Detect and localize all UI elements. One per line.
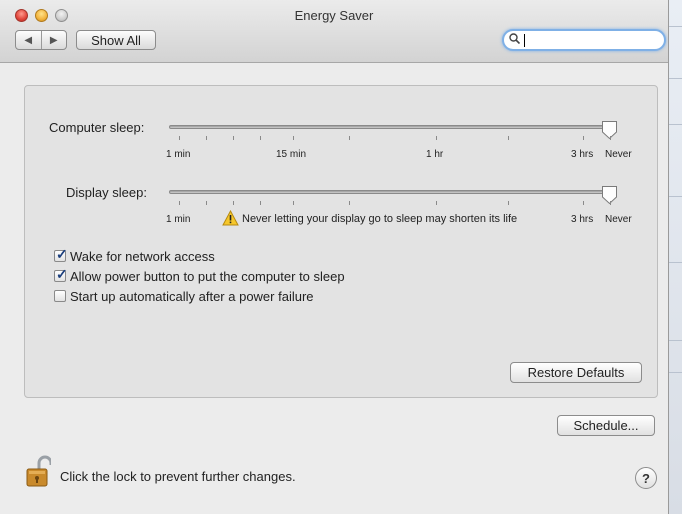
energy-saver-window: Energy Saver ◀ ▶ Show All Computer sleep… bbox=[0, 0, 669, 514]
tick-mark bbox=[610, 201, 611, 205]
tick-mark bbox=[206, 201, 207, 205]
tick-mark bbox=[206, 136, 207, 140]
tick-mark bbox=[179, 136, 180, 140]
computer-sleep-tick-3-hrs: 3 hrs bbox=[571, 149, 594, 160]
back-button[interactable]: ◀ bbox=[16, 31, 41, 49]
tick-mark bbox=[179, 201, 180, 205]
tick-mark bbox=[436, 201, 437, 205]
checkmark-icon: ✓ bbox=[56, 246, 68, 262]
back-forward-control: ◀ ▶ bbox=[15, 30, 67, 50]
computer-sleep-label: Computer sleep: bbox=[49, 120, 145, 135]
warning-icon bbox=[222, 210, 239, 226]
computer-sleep-tick-1-hr: 1 hr bbox=[426, 149, 444, 160]
display-sleep-tick-1-min: 1 min bbox=[166, 214, 191, 225]
unlocked-padlock-icon[interactable] bbox=[25, 455, 51, 489]
tick-mark bbox=[583, 201, 584, 205]
restore-defaults-button[interactable]: Restore Defaults bbox=[510, 362, 642, 383]
tick-mark bbox=[610, 136, 611, 140]
computer-sleep-tick-never: Never bbox=[605, 149, 632, 160]
tick-mark bbox=[349, 136, 350, 140]
back-arrow-icon: ◀ bbox=[24, 34, 33, 46]
forward-arrow-icon: ▶ bbox=[49, 34, 58, 46]
display-sleep-slider-track[interactable] bbox=[169, 190, 613, 194]
title-bar: Energy Saver ◀ ▶ Show All bbox=[0, 0, 668, 63]
lock-status-text: Click the lock to prevent further change… bbox=[60, 469, 296, 484]
help-button[interactable]: ? bbox=[635, 467, 657, 489]
tick-mark bbox=[233, 201, 234, 205]
wake-for-network-access-checkbox[interactable]: ✓ bbox=[54, 246, 68, 262]
schedule-button[interactable]: Schedule... bbox=[557, 415, 655, 436]
display-sleep-tick-3-hrs: 3 hrs bbox=[571, 214, 594, 225]
forward-button[interactable]: ▶ bbox=[40, 31, 67, 49]
search-icon bbox=[509, 33, 521, 47]
tick-mark bbox=[293, 201, 294, 205]
tick-mark bbox=[349, 201, 350, 205]
search-field[interactable] bbox=[502, 29, 666, 51]
background-window bbox=[668, 0, 682, 514]
text-cursor bbox=[524, 34, 525, 47]
wake-for-network-access-label[interactable]: Wake for network access bbox=[70, 249, 215, 264]
display-sleep-label: Display sleep: bbox=[66, 185, 147, 200]
tick-mark bbox=[260, 136, 261, 140]
search-input[interactable] bbox=[526, 32, 660, 50]
tick-mark bbox=[583, 136, 584, 140]
show-all-button[interactable]: Show All bbox=[76, 30, 156, 50]
tick-mark bbox=[233, 136, 234, 140]
startup-after-power-failure-label[interactable]: Start up automatically after a power fai… bbox=[70, 289, 314, 304]
display-sleep-warning: Never letting your display go to sleep m… bbox=[242, 213, 518, 225]
computer-sleep-slider-track[interactable] bbox=[169, 125, 613, 129]
computer-sleep-tick-1-min: 1 min bbox=[166, 149, 191, 160]
tick-mark bbox=[436, 136, 437, 140]
window-title: Energy Saver bbox=[294, 8, 374, 23]
tick-mark bbox=[260, 201, 261, 205]
tick-mark bbox=[293, 136, 294, 140]
checkmark-icon: ✓ bbox=[56, 266, 68, 282]
tick-mark bbox=[508, 201, 509, 205]
startup-after-power-failure-checkbox[interactable] bbox=[54, 290, 66, 302]
computer-sleep-tick-15-min: 15 min bbox=[276, 149, 307, 160]
power-button-sleep-label[interactable]: Allow power button to put the computer t… bbox=[70, 269, 345, 284]
tick-mark bbox=[508, 136, 509, 140]
power-button-sleep-checkbox[interactable]: ✓ bbox=[54, 266, 68, 282]
display-sleep-tick-never: Never bbox=[605, 214, 632, 225]
